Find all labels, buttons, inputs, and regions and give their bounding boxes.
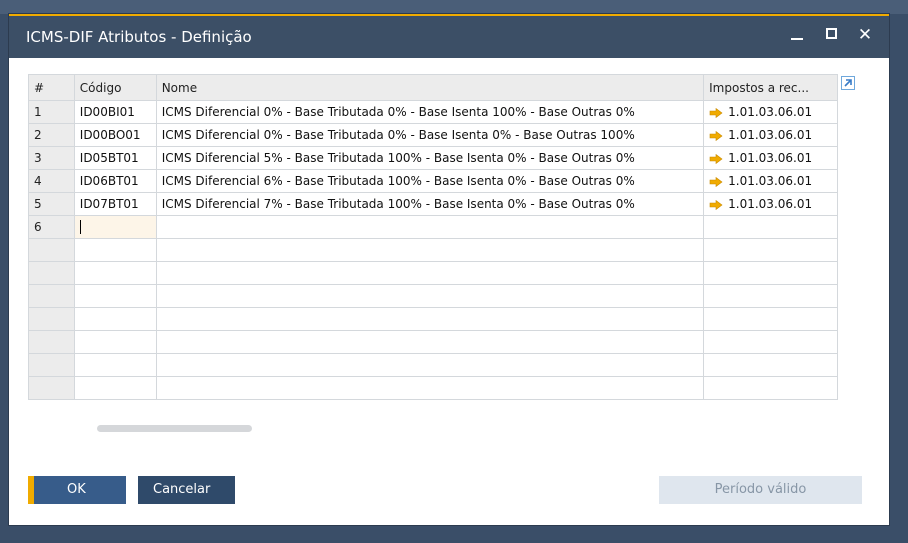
empty-cell [703,307,838,331]
cell-impostos[interactable]: 1.01.03.06.01 [703,169,838,193]
cell-codigo[interactable]: ID05BT01 [73,146,157,170]
table-row[interactable]: 2 ID00BO01 ICMS Diferencial 0% - Base Trib… [28,123,838,147]
empty-cell [703,353,838,377]
empty-cell [73,307,157,331]
empty-row [28,353,838,377]
empty-row [28,330,838,354]
empty-cell [73,376,157,400]
empty-row [28,284,838,308]
cell-nome[interactable]: ICMS Diferencial 0% - Base Tributada 0% … [155,100,705,124]
link-arrow-icon[interactable] [709,107,723,118]
cell-nome[interactable]: ICMS Diferencial 5% - Base Tributada 100… [155,146,705,170]
dialog-window: ICMS-DIF Atributos - Definição ✕ # Códig… [9,14,889,525]
row-number: 5 [28,192,75,216]
link-arrow-icon[interactable] [709,176,723,187]
empty-row [28,307,838,331]
attributes-grid: # Código Nome Impostos a rec... 1 ID00BI0… [28,74,838,414]
close-icon: ✕ [857,25,873,45]
row-number: 3 [28,146,75,170]
empty-cell [28,376,75,400]
link-arrow-icon[interactable] [709,199,723,210]
empty-cell [703,376,838,400]
empty-cell [73,330,157,354]
empty-cell [28,330,75,354]
dialog-content: # Código Nome Impostos a rec... 1 ID00BI0… [9,58,889,525]
expand-icon[interactable] [841,76,855,90]
header-row: # Código Nome Impostos a rec... [28,74,838,101]
empty-row [28,376,838,400]
row-number: 1 [28,100,75,124]
table-row[interactable]: 1 ID00BI01 ICMS Diferencial 0% - Base Trib… [28,100,838,124]
empty-cell [28,261,75,285]
cell-nome[interactable]: ICMS Diferencial 6% - Base Tributada 100… [155,169,705,193]
empty-cell [28,284,75,308]
empty-row [28,261,838,285]
empty-cell [155,353,705,377]
table-row[interactable]: 3 ID05BT01 ICMS Diferencial 5% - Base Trib… [28,146,838,170]
cell-codigo-editing[interactable] [73,215,157,239]
cell-codigo[interactable]: ID06BT01 [73,169,157,193]
horizontal-scrollbar[interactable] [97,425,252,432]
title-bar[interactable]: ICMS-DIF Atributos - Definição ✕ [9,14,889,58]
period-valid-button[interactable]: Período válido [659,476,862,504]
empty-cell [703,330,838,354]
maximize-icon [825,28,837,39]
column-header-num[interactable]: # [28,74,75,101]
cell-impostos[interactable]: 1.01.03.06.01 [703,146,838,170]
attributes-table: # Código Nome Impostos a rec... 1 ID00BI0… [28,74,838,400]
cell-impostos[interactable] [703,215,838,239]
cell-nome[interactable] [155,215,705,239]
empty-cell [28,238,75,262]
column-header-nome[interactable]: Nome [155,74,705,101]
row-number: 6 [28,215,75,239]
column-header-codigo[interactable]: Código [73,74,157,101]
column-header-impostos[interactable]: Impostos a rec... [703,74,838,101]
empty-cell [155,238,705,262]
minimize-button[interactable] [787,25,807,45]
link-arrow-icon[interactable] [709,130,723,141]
empty-cell [28,353,75,377]
empty-cell [155,376,705,400]
link-arrow-icon[interactable] [709,153,723,164]
empty-cell [155,307,705,331]
account-code: 1.01.03.06.01 [728,128,813,142]
row-number: 2 [28,123,75,147]
account-code: 1.01.03.06.01 [728,151,813,165]
ok-button[interactable]: OK [28,476,126,504]
account-code: 1.01.03.06.01 [728,174,813,188]
cell-impostos[interactable]: 1.01.03.06.01 [703,192,838,216]
cell-nome[interactable]: ICMS Diferencial 7% - Base Tributada 100… [155,192,705,216]
cancel-button[interactable]: Cancelar [138,476,235,504]
empty-cell [73,238,157,262]
close-button[interactable]: ✕ [855,25,875,45]
row-number: 4 [28,169,75,193]
empty-cell [703,284,838,308]
cell-impostos[interactable]: 1.01.03.06.01 [703,123,838,147]
cell-codigo[interactable]: ID00BO01 [73,123,157,147]
window-title: ICMS-DIF Atributos - Definição [26,28,252,46]
empty-cell [73,353,157,377]
account-code: 1.01.03.06.01 [728,197,813,211]
table-row[interactable]: 4 ID06BT01 ICMS Diferencial 6% - Base Trib… [28,169,838,193]
background-strip [0,0,908,14]
minimize-icon [791,38,803,40]
empty-cell [155,284,705,308]
cell-codigo[interactable]: ID00BI01 [73,100,157,124]
text-caret [79,220,81,235]
new-row[interactable]: 6 [28,215,838,239]
empty-cell [155,261,705,285]
table-row[interactable]: 5 ID07BT01 ICMS Diferencial 7% - Base Trib… [28,192,838,216]
empty-cell [73,284,157,308]
empty-cell [73,261,157,285]
empty-cell [703,238,838,262]
maximize-button[interactable] [821,25,841,45]
empty-cell [703,261,838,285]
account-code: 1.01.03.06.01 [728,105,813,119]
cell-impostos[interactable]: 1.01.03.06.01 [703,100,838,124]
empty-row [28,238,838,262]
cell-nome[interactable]: ICMS Diferencial 0% - Base Tributada 0% … [155,123,705,147]
empty-cell [28,307,75,331]
cell-codigo[interactable]: ID07BT01 [73,192,157,216]
empty-cell [155,330,705,354]
